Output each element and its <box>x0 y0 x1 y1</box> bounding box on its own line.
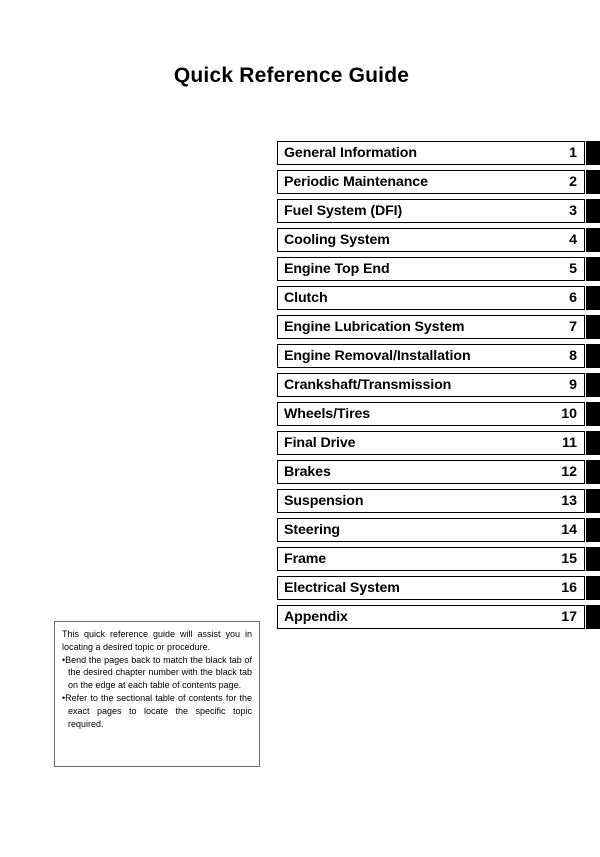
chapter-entry[interactable]: Fuel System (DFI) 3 <box>277 199 585 223</box>
chapter-entry[interactable]: General Information 1 <box>277 141 585 165</box>
chapter-title: Crankshaft/Transmission <box>284 376 452 393</box>
page-title: Quick Reference Guide <box>173 64 410 87</box>
chapter-title: Periodic Maintenance <box>284 173 428 190</box>
chapter-row[interactable]: Wheels/Tires 10 <box>277 402 600 426</box>
chapter-entry[interactable]: Cooling System 4 <box>277 228 585 252</box>
chapter-row[interactable]: Crankshaft/Transmission 9 <box>277 373 600 397</box>
chapter-black-tab <box>586 518 600 542</box>
chapter-entry[interactable]: Electrical System 16 <box>277 576 585 600</box>
chapter-number: 11 <box>562 434 577 451</box>
chapter-black-tab <box>586 489 600 513</box>
chapter-entry[interactable]: Engine Removal/Installation 8 <box>277 344 585 368</box>
chapter-row[interactable]: Engine Top End 5 <box>277 257 600 281</box>
chapter-black-tab <box>586 344 600 368</box>
chapter-row[interactable]: Electrical System 16 <box>277 576 600 600</box>
chapter-number: 15 <box>561 550 577 567</box>
chapter-row[interactable]: Engine Lubrication System 7 <box>277 315 600 339</box>
chapter-number: 9 <box>569 376 577 393</box>
chapter-black-tab <box>586 170 600 194</box>
chapter-row[interactable]: Cooling System 4 <box>277 228 600 252</box>
chapter-row[interactable]: Suspension 13 <box>277 489 600 513</box>
chapter-title: Clutch <box>284 289 328 306</box>
chapter-black-tab <box>586 547 600 571</box>
chapter-row[interactable]: Engine Removal/Installation 8 <box>277 344 600 368</box>
chapter-title: Electrical System <box>284 579 400 596</box>
chapter-row[interactable]: Periodic Maintenance 2 <box>277 170 600 194</box>
chapter-number: 3 <box>569 202 577 219</box>
chapter-row[interactable]: Brakes 12 <box>277 460 600 484</box>
chapter-number: 8 <box>569 347 577 364</box>
chapter-entry[interactable]: Engine Top End 5 <box>277 257 585 281</box>
chapter-number: 1 <box>569 144 577 161</box>
chapter-row[interactable]: Final Drive 11 <box>277 431 600 455</box>
chapter-number: 7 <box>569 318 577 335</box>
chapter-black-tab <box>586 460 600 484</box>
chapter-black-tab <box>586 257 600 281</box>
chapter-title: Wheels/Tires <box>284 405 371 422</box>
chapter-title: Engine Lubrication System <box>284 318 465 335</box>
note-intro-text: This quick reference guide will assist y… <box>62 629 252 652</box>
chapter-number: 16 <box>561 579 577 596</box>
chapter-entry[interactable]: Wheels/Tires 10 <box>277 402 585 426</box>
chapter-row[interactable]: Fuel System (DFI) 3 <box>277 199 600 223</box>
chapter-black-tab <box>586 228 600 252</box>
chapter-entry[interactable]: Appendix 17 <box>277 605 585 629</box>
chapter-number: 10 <box>561 405 577 422</box>
chapter-entry[interactable]: Steering 14 <box>277 518 585 542</box>
chapter-entry[interactable]: Frame 15 <box>277 547 585 571</box>
chapter-black-tab <box>586 402 600 426</box>
chapter-entry[interactable]: Periodic Maintenance 2 <box>277 170 585 194</box>
chapter-row[interactable]: Frame 15 <box>277 547 600 571</box>
chapter-number: 6 <box>569 289 577 306</box>
note-bullet-2: •Refer to the sectional table of content… <box>62 692 252 729</box>
chapter-entry[interactable]: Final Drive 11 <box>277 431 585 455</box>
chapter-title: Brakes <box>284 463 331 480</box>
chapter-row[interactable]: General Information 1 <box>277 141 600 165</box>
chapter-title: Steering <box>284 521 340 538</box>
note-bullet-1: •Bend the pages back to match the black … <box>62 654 252 691</box>
chapter-index-list: General Information 1 Periodic Maintenance… <box>277 141 600 634</box>
chapter-number: 5 <box>569 260 577 277</box>
chapter-number: 2 <box>569 173 577 190</box>
chapter-number: 13 <box>561 492 577 509</box>
chapter-entry[interactable]: Brakes 12 <box>277 460 585 484</box>
chapter-entry[interactable]: Engine Lubrication System 7 <box>277 315 585 339</box>
chapter-black-tab <box>586 141 600 165</box>
chapter-number: 17 <box>561 608 577 625</box>
chapter-black-tab <box>586 315 600 339</box>
chapter-title: General Information <box>284 144 417 161</box>
chapter-row[interactable]: Clutch 6 <box>277 286 600 310</box>
chapter-row[interactable]: Steering 14 <box>277 518 600 542</box>
chapter-title: Final Drive <box>284 434 356 451</box>
chapter-title: Engine Top End <box>284 260 390 277</box>
chapter-black-tab <box>586 576 600 600</box>
chapter-title: Appendix <box>284 608 348 625</box>
usage-note-box: This quick reference guide will assist y… <box>54 621 260 767</box>
chapter-number: 12 <box>561 463 577 480</box>
chapter-title: Engine Removal/Installation <box>284 347 471 364</box>
chapter-number: 14 <box>561 521 577 538</box>
chapter-entry[interactable]: Crankshaft/Transmission 9 <box>277 373 585 397</box>
chapter-title: Cooling System <box>284 231 390 248</box>
chapter-black-tab <box>586 199 600 223</box>
chapter-black-tab <box>586 605 600 629</box>
chapter-entry[interactable]: Clutch 6 <box>277 286 585 310</box>
chapter-black-tab <box>586 286 600 310</box>
chapter-number: 4 <box>569 231 577 248</box>
chapter-entry[interactable]: Suspension 13 <box>277 489 585 513</box>
chapter-title: Frame <box>284 550 327 567</box>
chapter-black-tab <box>586 431 600 455</box>
chapter-title: Fuel System (DFI) <box>284 202 403 219</box>
chapter-row[interactable]: Appendix 17 <box>277 605 600 629</box>
chapter-title: Suspension <box>284 492 364 509</box>
chapter-black-tab <box>586 373 600 397</box>
